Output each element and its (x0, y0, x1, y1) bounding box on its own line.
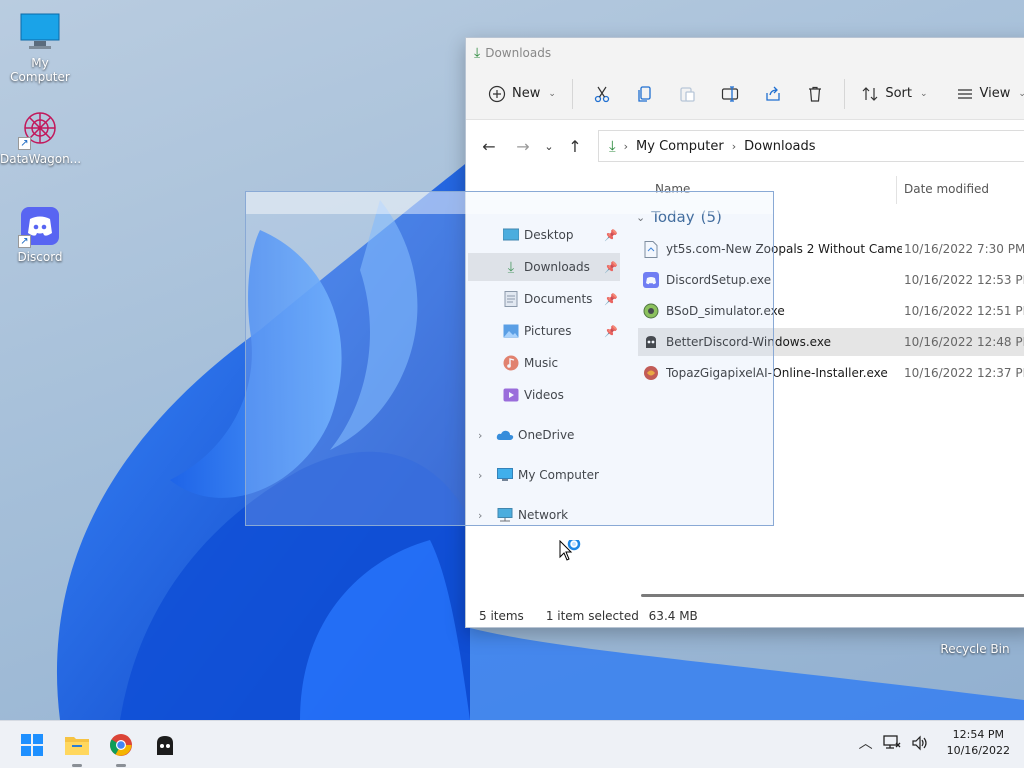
status-selection: 1 item selected (545, 609, 639, 623)
address-row: ← → ⌄ ↑ ⤓ › My Computer › Downloads (466, 120, 1024, 172)
view-list-icon (957, 88, 972, 99)
desktop-icon-label: Recycle Bin (940, 642, 1010, 656)
rename-icon (721, 85, 739, 102)
desktop-icon-discord[interactable]: ↗ Discord (0, 204, 80, 264)
address-bar[interactable]: ⤓ › My Computer › Downloads (598, 130, 1024, 162)
copy-button[interactable] (630, 77, 659, 111)
status-item-count: 5 items (479, 609, 524, 623)
betterdiscord-icon (157, 736, 173, 755)
horizontal-scrollbar[interactable] (641, 594, 1024, 597)
arrow-up-icon: ↑ (568, 136, 582, 156)
desktop-icon-label: My Computer (10, 56, 70, 84)
drag-preview-titlebar (246, 192, 773, 214)
clock[interactable]: 12:54 PM 10/16/2022 (947, 727, 1010, 759)
running-indicator (116, 764, 126, 767)
file-date: 10/16/2022 7:30 PM (904, 242, 1024, 256)
datawagon-icon: ↗ (18, 106, 62, 150)
taskbar-chrome[interactable] (105, 729, 137, 767)
window-title: Downloads (485, 46, 552, 60)
arrow-right-icon: → (516, 136, 530, 156)
taskbar-betterdiscord-installer[interactable] (149, 729, 181, 761)
running-indicator (72, 764, 82, 767)
status-size: 63.4 MB (648, 609, 698, 623)
download-icon: ⤓ (609, 137, 616, 155)
cut-button[interactable] (588, 77, 617, 111)
toolbar-divider (844, 78, 846, 109)
plus-circle-icon (488, 85, 506, 102)
rename-button[interactable] (716, 77, 745, 111)
computer-icon (18, 10, 62, 54)
network-status-icon[interactable] (882, 735, 901, 751)
windows-logo-icon (21, 734, 43, 756)
copy-icon (638, 85, 651, 102)
paste-button[interactable] (673, 77, 702, 111)
discord-icon: ↗ (18, 204, 62, 248)
recent-locations-button[interactable]: ⌄ (538, 131, 560, 161)
shortcut-arrow-icon: ↗ (18, 235, 31, 248)
mouse-cursor-busy-icon (559, 537, 583, 567)
chevron-down-icon: ⌄ (548, 88, 556, 99)
desktop-icon-datawagon[interactable]: ↗ DataWagon... (0, 106, 82, 166)
file-date: 10/16/2022 12:53 PM (904, 273, 1024, 287)
volume-icon[interactable] (911, 735, 929, 751)
shortcut-arrow-icon: ↗ (18, 137, 31, 150)
chevron-down-icon: ⌄ (1018, 88, 1024, 99)
chevron-down-icon: ⌄ (544, 139, 554, 153)
system-tray: ︿ 12:54 PM 10/16/2022 (859, 727, 1010, 759)
delete-button[interactable] (801, 77, 830, 111)
trash-icon (809, 86, 822, 102)
arrow-left-icon: ← (482, 136, 496, 156)
taskbar: ︿ 12:54 PM 10/16/2022 (0, 720, 1024, 768)
desktop-icon-my-computer[interactable]: My Computer (0, 10, 80, 84)
command-bar: New ⌄ Sort ⌄ View ⌄ (466, 68, 1024, 120)
breadcrumb-item[interactable]: Downloads (744, 139, 815, 154)
forward-button[interactable]: → (508, 131, 538, 161)
breadcrumb-separator-icon: › (623, 139, 629, 153)
start-button[interactable] (16, 729, 48, 761)
scissors-icon (594, 86, 610, 102)
desktop-icon-label: DataWagon... (0, 152, 82, 166)
column-divider (896, 176, 897, 204)
paste-icon (680, 86, 695, 102)
sort-button[interactable]: Sort ⌄ (853, 77, 935, 111)
sort-label: Sort (885, 86, 912, 101)
share-icon (765, 86, 780, 101)
chevron-down-icon: ⌄ (920, 88, 928, 99)
file-date: 10/16/2022 12:51 PM (904, 304, 1024, 318)
title-bar[interactable]: ⤓ Downloads (466, 38, 1024, 68)
new-label: New (512, 86, 541, 101)
status-bar: 5 items 1 item selected 63.4 MB (466, 604, 1024, 628)
clock-time: 12:54 PM (952, 728, 1004, 741)
show-hidden-icons-button[interactable]: ︿ (859, 733, 873, 753)
back-button[interactable]: ← (474, 131, 504, 161)
clock-date: 10/16/2022 (946, 744, 1010, 757)
file-date: 10/16/2022 12:48 PM (904, 335, 1024, 349)
sort-icon (862, 86, 878, 101)
view-label: View (979, 86, 1011, 101)
drag-preview-rectangle (245, 191, 774, 526)
chrome-icon (110, 734, 132, 756)
view-button[interactable]: View ⌄ (948, 77, 1024, 111)
toolbar-divider (571, 78, 573, 109)
desktop-icon-label: Discord (17, 250, 63, 264)
taskbar-file-explorer[interactable] (61, 729, 93, 767)
file-date: 10/16/2022 12:37 PM (904, 366, 1024, 380)
up-button[interactable]: ↑ (560, 131, 590, 161)
folder-icon (65, 737, 89, 755)
breadcrumb-item[interactable]: My Computer (636, 139, 724, 154)
breadcrumb-separator-icon: › (731, 139, 737, 153)
download-icon: ⤓ (474, 45, 481, 61)
new-button[interactable]: New ⌄ (480, 77, 564, 111)
column-header-date[interactable]: Date modified (904, 182, 989, 196)
share-button[interactable] (758, 77, 787, 111)
